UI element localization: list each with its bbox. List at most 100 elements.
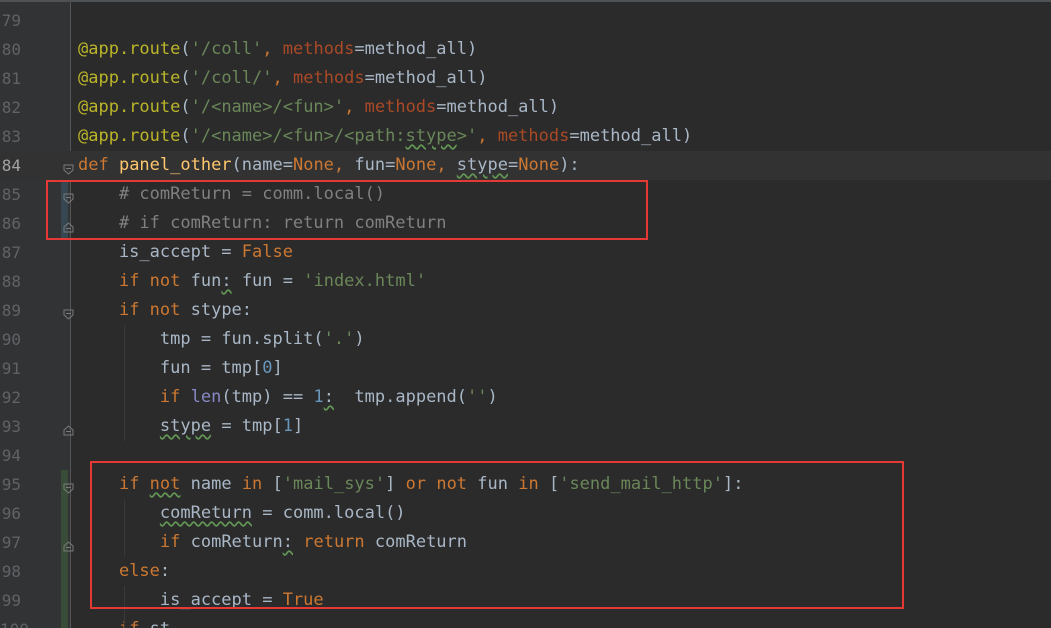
line-number: 83 [1, 127, 21, 146]
code-text[interactable]: fun = tmp[0] [78, 354, 283, 383]
code-token: 'index.html' [303, 271, 427, 291]
code-line[interactable]: 100 if st [0, 615, 1051, 628]
indent-guide [124, 325, 125, 441]
code-token: ) [354, 329, 365, 349]
code-token: methods [497, 126, 570, 146]
code-token: ] [292, 416, 304, 436]
code-token: stype [159, 416, 212, 436]
code-token: ( [180, 126, 191, 146]
code-token: , [333, 155, 355, 175]
code-token: stype [405, 126, 457, 146]
code-line[interactable]: 88 if not fun: fun = 'index.html' [0, 267, 1051, 296]
code-token: stype [456, 155, 508, 175]
code-line[interactable]: 82 @app.route('/<name>/<fun>', methods=me… [0, 93, 1051, 122]
code-text[interactable]: def panel_other(name=None, fun=None, sty… [78, 151, 580, 180]
line-number: 95 [1, 475, 21, 494]
code-token: st [150, 619, 170, 628]
code-token: (tmp) == [221, 387, 314, 407]
code-token: '/coll/' [190, 68, 273, 88]
fold-close-icon[interactable] [63, 421, 74, 436]
code-token: : [221, 271, 232, 291]
fold-close-icon[interactable] [63, 537, 74, 552]
line-number: 89 [1, 301, 21, 320]
code-token: methods [364, 97, 437, 117]
line-number: 84 [1, 156, 21, 175]
code-token: ( [180, 68, 191, 88]
code-token: is_accept = [78, 242, 242, 262]
code-text[interactable]: @app.route('/coll/', methods=method_all) [78, 64, 487, 93]
code-token: , [436, 155, 457, 175]
fold-open-icon[interactable] [63, 479, 74, 494]
code-line[interactable]: 80 @app.route('/coll', methods=method_all… [0, 35, 1051, 64]
code-text[interactable]: @app.route('/<name>/<fun>/<path:stype>',… [78, 122, 692, 151]
code-text[interactable]: is_accept = False [78, 238, 293, 267]
fold-open-icon[interactable] [63, 305, 74, 320]
code-token: if not [118, 271, 191, 291]
code-token: ( [180, 39, 191, 59]
code-text[interactable]: if not fun: fun = 'index.html' [78, 267, 426, 296]
code-text[interactable]: @app.route('/<name>/<fun>', methods=meth… [78, 93, 559, 122]
line-number: 98 [1, 562, 21, 581]
code-token: =method_all) [436, 97, 560, 117]
code-token: fun [190, 271, 222, 291]
code-text[interactable]: stype = tmp[1] [78, 412, 303, 441]
code-token: =method_all) [569, 126, 693, 146]
code-token: None [292, 155, 334, 175]
code-token: False [241, 242, 293, 262]
line-number: 91 [1, 359, 21, 378]
code-text[interactable]: tmp = fun.split('.') [78, 325, 365, 354]
code-token: fun = tmp[ [78, 358, 263, 378]
annotation-box [46, 180, 648, 240]
line-number: 90 [1, 330, 21, 349]
code-token: '.' [323, 329, 355, 349]
line-number: 97 [1, 533, 21, 552]
code-token: methods [292, 68, 365, 88]
code-line[interactable]: 93 stype = tmp[1] [0, 412, 1051, 441]
code-line[interactable]: 79 [0, 6, 1051, 35]
code-token: : [323, 387, 334, 407]
code-line[interactable]: 81 @app.route('/coll/', methods=method_al… [0, 64, 1051, 93]
line-number: 82 [1, 98, 21, 117]
annotation-box [90, 461, 904, 609]
code-token: (name= [231, 155, 293, 175]
code-text[interactable]: if len(tmp) == 1: tmp.append('') [78, 383, 498, 412]
line-number: 86 [1, 214, 21, 233]
code-token: '/<name>/<fun>/<path: [190, 126, 406, 146]
code-line[interactable]: 83 @app.route('/<name>/<fun>/<path:stype>… [0, 122, 1051, 151]
code-token: ( [180, 97, 191, 117]
top-border [0, 0, 1051, 2]
code-editor[interactable]: 79 80 @app.route('/coll', methods=method_a… [0, 0, 1051, 628]
code-token: =method_all) [364, 68, 488, 88]
code-token: 1 [282, 416, 293, 436]
code-token: tmp.append( [333, 387, 468, 407]
code-token: , [262, 39, 283, 59]
code-token: '' [467, 387, 488, 407]
code-line[interactable]: 89 if not stype: [0, 296, 1051, 325]
code-line[interactable]: 92 if len(tmp) == 1: tmp.append('') [0, 383, 1051, 412]
code-token: len [190, 387, 222, 407]
code-line[interactable]: 87 is_accept = False [0, 238, 1051, 267]
code-token: ] [272, 358, 283, 378]
fold-open-icon[interactable] [63, 160, 74, 175]
line-number: 94 [1, 446, 21, 465]
line-number: 80 [1, 40, 21, 59]
line-number: 99 [1, 591, 21, 610]
line-number: 100 [0, 615, 29, 628]
code-token: if [159, 387, 191, 407]
code-line[interactable]: 91 fun = tmp[0] [0, 354, 1051, 383]
line-number: 92 [1, 388, 21, 407]
code-token: @app.route [78, 97, 181, 117]
code-token: '/coll' [190, 39, 263, 59]
code-token: if not [118, 300, 191, 320]
code-token: @app.route [78, 126, 181, 146]
code-token: methods [282, 39, 355, 59]
code-line[interactable]: 84 def panel_other(name=None, fun=None, s… [0, 151, 1051, 180]
code-text[interactable]: if not stype: [78, 296, 252, 325]
code-token: '/<name>/<fun>' [190, 97, 345, 117]
code-text[interactable]: @app.route('/coll', methods=method_all) [78, 35, 477, 64]
code-line[interactable]: 90 tmp = fun.split('.') [0, 325, 1051, 354]
code-token: None [518, 155, 560, 175]
